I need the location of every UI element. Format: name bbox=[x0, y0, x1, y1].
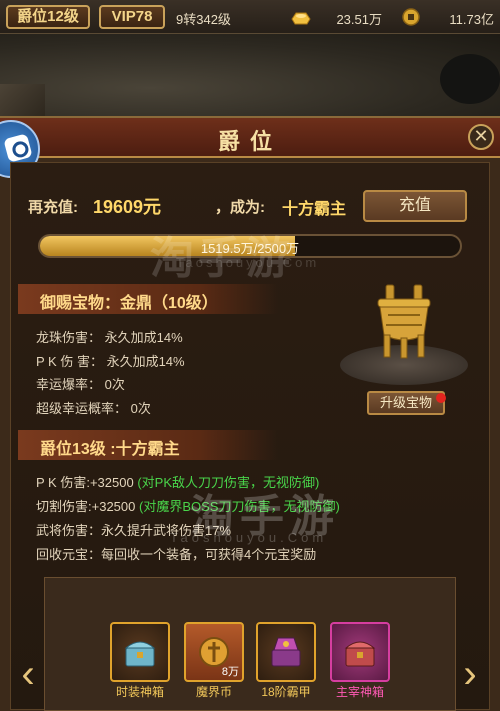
chest-icon bbox=[344, 641, 376, 667]
coin-resource[interactable]: 11.73亿 bbox=[400, 5, 500, 29]
watermark-url: Taoshouyou.Com bbox=[176, 255, 320, 270]
recharge-row: 再充值: 19609元 ，成为: 十方霸主 bbox=[20, 190, 360, 220]
reward-label: 魔界币 bbox=[195, 685, 232, 699]
treasure-header: 御赐宝物：金鼎（10级） bbox=[18, 284, 278, 314]
reward-item[interactable] bbox=[256, 622, 316, 682]
target-rank: 十方霸主 bbox=[282, 201, 347, 218]
rank-attr: 回收元宝：每回收一个装备，可获得4个元宝奖励 bbox=[36, 547, 317, 562]
game-scene-background bbox=[0, 34, 500, 124]
recharge-button[interactable]: 充值 bbox=[363, 190, 467, 222]
watermark-text: 淘手游 bbox=[150, 234, 294, 283]
treasure-header-text: 御赐宝物：金鼎（10级） bbox=[40, 295, 218, 312]
vip-badge[interactable]: VIP78 bbox=[99, 5, 165, 29]
reward-item[interactable] bbox=[110, 622, 170, 682]
chest-icon bbox=[124, 641, 156, 667]
rank-header: 爵位13级 :十方霸主 bbox=[18, 430, 278, 460]
rank-badge[interactable]: 爵位12级 bbox=[6, 5, 90, 29]
chevron-right-icon: › bbox=[463, 652, 477, 696]
level-text: 9转342级 bbox=[176, 12, 231, 27]
reward-item[interactable] bbox=[330, 622, 390, 682]
assistant-icon bbox=[3, 133, 33, 163]
treasure-attr: 幸运爆率： 0次 bbox=[36, 377, 125, 392]
prev-arrow-button[interactable]: ‹ bbox=[14, 652, 42, 696]
reward-label: 时装神箱 bbox=[115, 685, 164, 699]
treasure-attr: 超级幸运概率： 0次 bbox=[36, 401, 151, 416]
gold-value: 23.51万 bbox=[336, 12, 382, 27]
top-status-bar: 爵位12级 VIP78 9转342级 23.51万 11.73亿 bbox=[0, 0, 500, 34]
gold-ingot-icon bbox=[291, 12, 311, 25]
chevron-left-icon: ‹ bbox=[21, 652, 35, 696]
recharge-label: 再充值: bbox=[28, 199, 78, 216]
recharge-amount: 19609元 bbox=[93, 197, 162, 217]
reward-label: 主宰神箱 bbox=[335, 685, 384, 699]
reward-count: 8万 bbox=[221, 666, 239, 678]
coin-icon bbox=[402, 8, 420, 26]
armor-chest-icon bbox=[271, 637, 301, 667]
coin-value: 11.73亿 bbox=[449, 12, 494, 27]
golden-cauldron-icon[interactable] bbox=[372, 283, 436, 363]
notification-dot bbox=[436, 393, 446, 403]
watermark-url: Taoshouyou.Com bbox=[170, 530, 328, 545]
dialog-header: 爵位 ✕ bbox=[0, 118, 500, 158]
become-label: ，成为: bbox=[215, 199, 265, 216]
close-icon: ✕ bbox=[473, 126, 489, 146]
reward-item[interactable]: 8万 bbox=[184, 622, 244, 682]
upgrade-treasure-button[interactable]: 升级宝物 bbox=[367, 391, 445, 415]
gold-ingot-resource[interactable]: 23.51万 bbox=[290, 5, 388, 29]
next-arrow-button[interactable]: › bbox=[456, 652, 484, 696]
tree-shadow bbox=[440, 54, 500, 104]
treasure-attr: P K 伤 害： 永久加成14% bbox=[36, 354, 185, 369]
dialog-title: 爵位 bbox=[217, 129, 282, 154]
rank-header-text: 爵位13级 :十方霸主 bbox=[40, 441, 180, 458]
treasure-attr: 龙珠伤害： 永久加成14% bbox=[36, 330, 183, 345]
reward-label: 18阶霸甲 bbox=[261, 685, 311, 699]
close-button[interactable]: ✕ bbox=[468, 124, 494, 150]
